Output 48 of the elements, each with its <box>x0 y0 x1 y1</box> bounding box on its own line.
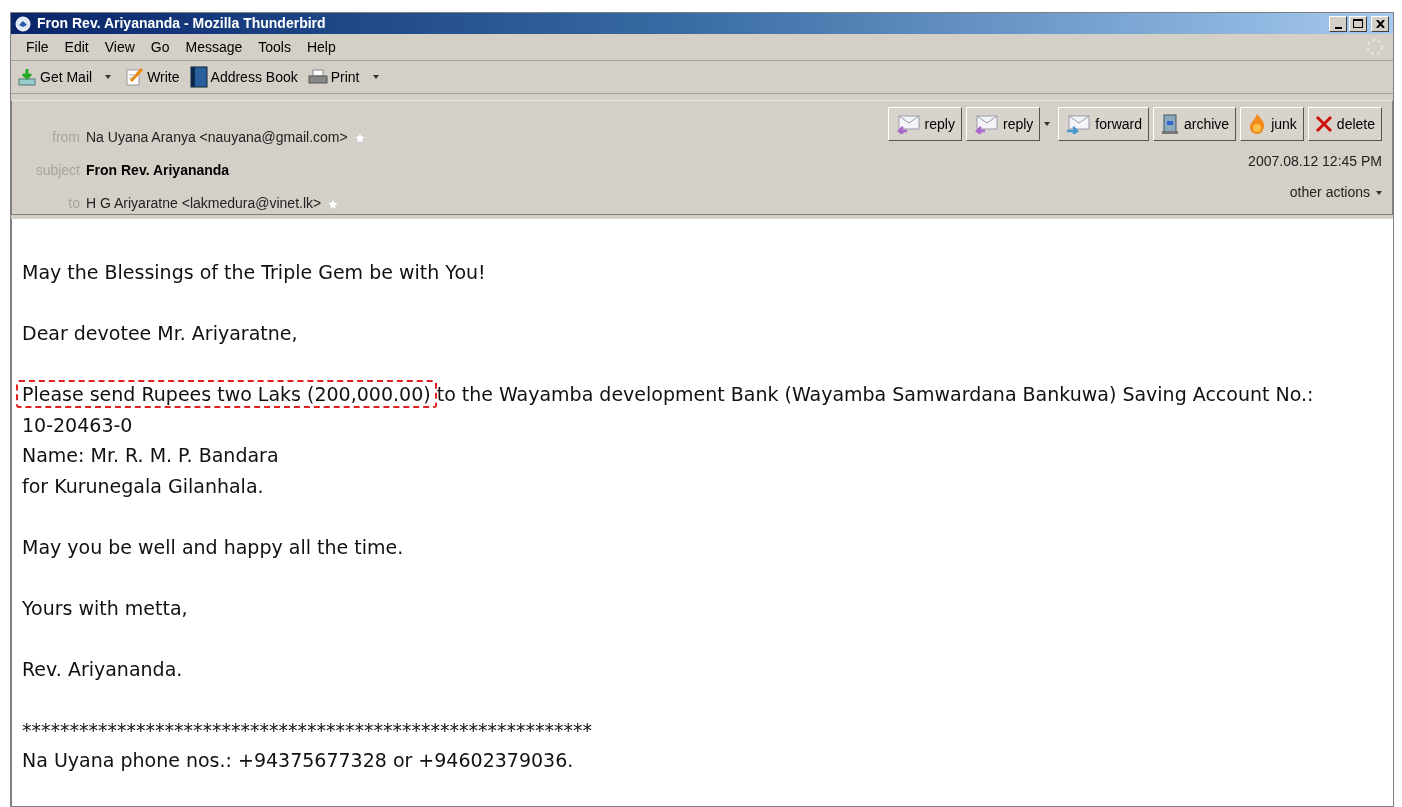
body-text: Dear devotee Mr. Ariyaratne, <box>21 321 299 346</box>
pencil-paper-icon <box>124 67 145 87</box>
app-icon <box>15 15 31 32</box>
menu-item[interactable]: File <box>19 36 56 58</box>
download-tray-icon <box>17 67 37 87</box>
reply-button[interactable]: reply <box>965 107 1041 141</box>
reply-button[interactable]: reply <box>887 107 962 141</box>
address-text: Na Uyana Aranya <nauyana@gmail.com> <box>86 128 348 147</box>
menu-item[interactable]: Go <box>143 36 177 58</box>
archive-button[interactable]: archive <box>1153 107 1237 141</box>
address-text: H G Ariyaratne <lakmedura@vinet.lk> <box>86 194 322 213</box>
toolbar-button[interactable]: Write <box>124 66 180 88</box>
book-icon <box>189 66 208 88</box>
cabinet-icon <box>1160 113 1180 135</box>
body-text: Name: Mr. R. M. P. Bandara <box>21 443 280 468</box>
printer-icon <box>307 68 328 86</box>
body-text: Rev. Ariyananda. <box>21 656 184 682</box>
body-text: Please send Rupees two Laks (200,000.00) to the Wayamba development Bank (Wayamba Samwardana Bankuwa) Saving Account No.: 10-20463-0 <box>14 379 1344 440</box>
menu-item[interactable]: View <box>97 36 142 58</box>
menu-item[interactable]: Tools <box>251 36 298 58</box>
body-text: for Kurunegala Gilanhala. <box>21 473 265 499</box>
body-text: May you be well and happy all the time. <box>21 534 405 560</box>
menu-item[interactable]: Edit <box>57 36 96 58</box>
body-text: ************************************************************ <box>21 717 593 743</box>
toolbar-button[interactable]: Address Book <box>189 66 298 88</box>
minimize-button[interactable] <box>1329 15 1347 32</box>
body-text: Yours with metta, <box>21 595 189 621</box>
body-text: May the Blessings of the Triple Gem be with You! <box>21 260 487 285</box>
forward-button[interactable]: forward <box>1058 107 1149 141</box>
junk-button[interactable]: junk <box>1240 107 1304 141</box>
maximize-button[interactable] <box>1349 15 1367 32</box>
toolbar-button[interactable]: Print <box>307 66 360 88</box>
caret-icon <box>1376 190 1382 195</box>
close-button[interactable] <box>1371 15 1389 32</box>
star-icon[interactable] <box>353 131 366 144</box>
message-date: 2007.08.12 12:45 PM <box>1248 152 1382 171</box>
other-actions-button[interactable]: other actions <box>1289 182 1382 203</box>
close-icon <box>1375 19 1385 28</box>
subject-text: Fron Rev. Ariyananda <box>86 161 230 180</box>
envelope-arrow-icon <box>1065 114 1092 134</box>
delete-icon <box>1314 115 1333 133</box>
body-text: Na Uyana phone nos.: +94375677328 or +94602379036. <box>21 748 575 773</box>
toolbar-button[interactable]: Get Mail <box>17 66 93 88</box>
menu-item[interactable]: Message <box>178 36 250 58</box>
delete-button[interactable]: delete <box>1307 107 1382 141</box>
window-title: Fron Rev. Ariyananda - Mozilla Thunderbird <box>37 14 326 33</box>
star-icon[interactable] <box>327 197 340 210</box>
menu-item[interactable]: Help <box>299 36 343 58</box>
